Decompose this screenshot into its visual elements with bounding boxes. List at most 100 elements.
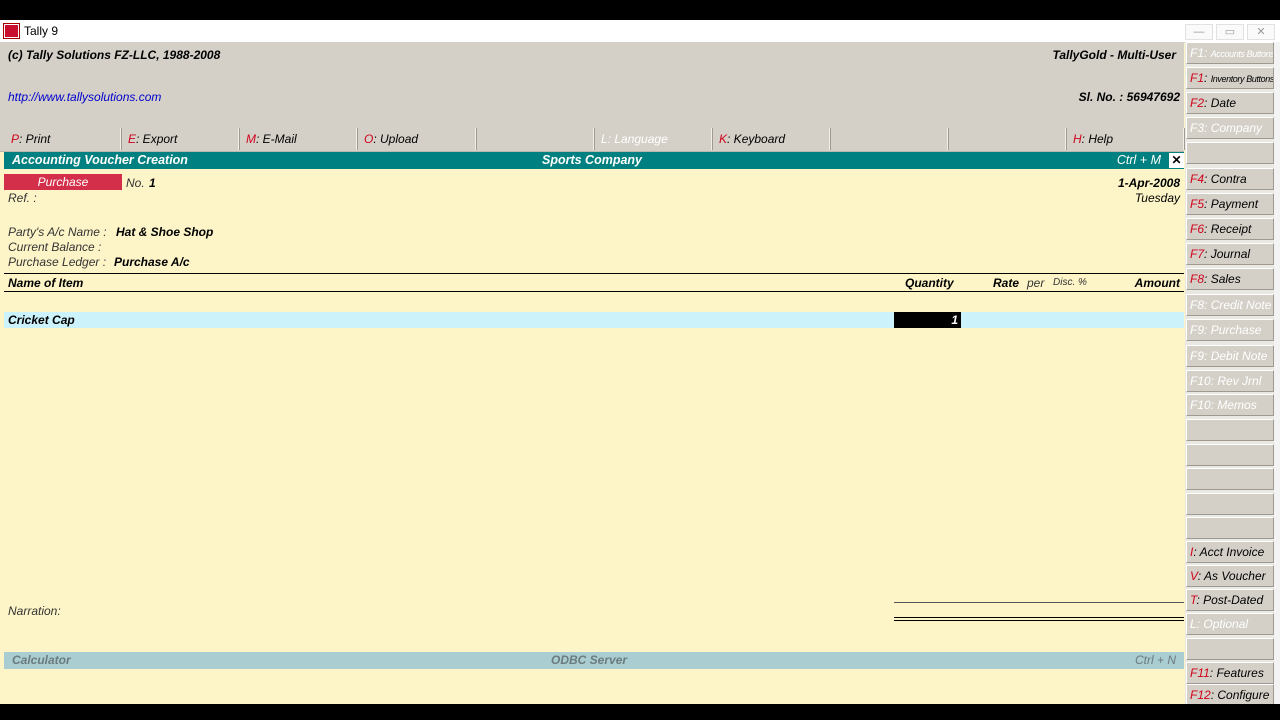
sidebar-label: Features — [1216, 666, 1264, 680]
item-name-cell[interactable]: Cricket Cap — [8, 313, 75, 327]
sidebar-contra-button[interactable]: F4: Contra — [1186, 168, 1274, 190]
menu-empty-slot — [830, 128, 948, 150]
sidebar-hotkey: F10 — [1190, 374, 1211, 388]
party-name-label: Party's A/c Name : — [8, 225, 107, 239]
sidebar-label: Purchase — [1210, 323, 1262, 337]
calculator-pane[interactable] — [4, 669, 1184, 704]
sidebar-separator: : — [1204, 323, 1211, 337]
sidebar-hotkey: F2 — [1190, 96, 1205, 110]
sidebar-hotkey: F12 — [1190, 688, 1211, 702]
sidebar-separator: : — [1204, 222, 1211, 236]
sidebar-date-button[interactable]: F2: Date — [1186, 92, 1274, 114]
sidebar-separator: : — [1204, 172, 1211, 186]
sidebar-hotkey: F8 — [1190, 272, 1205, 286]
sidebar-features-button[interactable]: F11: Features — [1186, 662, 1274, 684]
sidebar-empty-slot — [1186, 142, 1274, 164]
voucher-date[interactable]: 1-Apr-2008 — [1118, 176, 1180, 190]
sidebar-label: Company — [1210, 121, 1263, 135]
reference-label: Ref. : — [8, 191, 37, 205]
screen-title: Accounting Voucher Creation — [12, 153, 188, 167]
sidebar-optional-button: L: Optional — [1186, 613, 1274, 635]
sidebar-empty-slot — [1186, 493, 1274, 515]
calculator-bar[interactable]: Calculator ODBC Server Ctrl + N — [4, 652, 1184, 669]
sidebar-company-button: F3: Company — [1186, 117, 1274, 139]
sidebar-label: Date — [1210, 96, 1237, 110]
menu-upload-button[interactable]: O: Upload — [357, 128, 476, 150]
tally-window: Tally 9 — ▭ ✕ (c) Tally Solutions FZ-LLC… — [0, 20, 1280, 704]
menu-language-button: L: Language — [594, 128, 712, 150]
company-name: Sports Company — [542, 153, 643, 167]
menu-label: : Print — [19, 132, 51, 146]
sidebar-payment-button[interactable]: F5: Payment — [1186, 193, 1274, 215]
sidebar-label: Rev Jrnl — [1217, 374, 1262, 388]
sidebar-receipt-button[interactable]: F6: Receipt — [1186, 218, 1274, 240]
sidebar-empty-slot — [1186, 517, 1274, 539]
sidebar-configure-button[interactable]: F12: Configure — [1186, 684, 1274, 704]
voucher-type-badge[interactable]: Purchase — [4, 174, 122, 190]
sidebar-purchase-button: F9: Purchase — [1186, 319, 1274, 341]
sidebar-hotkey: L — [1190, 617, 1197, 631]
sidebar-debitnote-button: F9: Debit Note — [1186, 345, 1274, 367]
table-row[interactable]: Cricket Cap — [4, 312, 1184, 328]
col-per: per — [1027, 276, 1045, 290]
menu-label: : Language — [607, 132, 668, 146]
maximize-button[interactable]: ▭ — [1216, 24, 1244, 40]
sidebar-label: Contra — [1210, 172, 1247, 186]
sidebar-hotkey: F1 — [1190, 46, 1205, 60]
menu-empty-slot — [476, 128, 594, 150]
sidebar-postdated-button[interactable]: T: Post-Dated — [1186, 589, 1274, 611]
menu-label: : Export — [136, 132, 178, 146]
sidebar-separator: : — [1204, 272, 1211, 286]
table-header-top-rule — [4, 273, 1184, 274]
sidebar-journal-button[interactable]: F7: Journal — [1186, 243, 1274, 265]
right-button-bar: F1: Accounts Buttons F1: Inventory Button… — [1185, 42, 1280, 704]
sidebar-sales-button[interactable]: F8: Sales — [1186, 268, 1274, 290]
sidebar-label: Debit Note — [1210, 349, 1268, 363]
sidebar-label: Receipt — [1210, 222, 1252, 236]
party-name-field[interactable]: Hat & Shoe Shop — [116, 225, 213, 239]
menu-hotkey: E — [128, 132, 137, 146]
menu-keyboard-button[interactable]: K: Keyboard — [712, 128, 830, 150]
narration-label: Narration: — [8, 604, 61, 618]
sidebar-separator: : — [1204, 197, 1211, 211]
sidebar-hotkey: F7 — [1190, 247, 1205, 261]
menu-email-button[interactable]: M: E-Mail — [239, 128, 357, 150]
menu-print-button[interactable]: P: Print — [4, 128, 121, 150]
total-rule — [894, 602, 1184, 603]
website-link[interactable]: http://www.tallysolutions.com — [8, 90, 161, 104]
sidebar-separator: : — [1204, 96, 1211, 110]
sidebar-label: Memos — [1217, 398, 1257, 412]
current-balance-label: Current Balance : — [8, 240, 102, 254]
menu-hotkey: M — [246, 132, 256, 146]
col-rate: Rate — [993, 276, 1020, 290]
sidebar-separator: : — [1204, 298, 1211, 312]
sidebar-label: Acct Invoice — [1199, 545, 1265, 559]
menu-label: : E-Mail — [256, 132, 297, 146]
sidebar-hotkey: F8 — [1190, 298, 1205, 312]
sidebar-hotkey: F9 — [1190, 349, 1205, 363]
sidebar-asvoucher-button[interactable]: V: As Voucher — [1186, 565, 1274, 587]
sidebar-hotkey: F10 — [1190, 398, 1211, 412]
close-voucher-button[interactable]: ✕ — [1169, 153, 1184, 168]
quantity-input[interactable]: 1 — [894, 312, 961, 328]
sidebar-acctinvoice-button[interactable]: I: Acct Invoice — [1186, 541, 1274, 563]
close-window-button[interactable]: ✕ — [1247, 24, 1275, 40]
sidebar-label: As Voucher — [1204, 569, 1266, 583]
minimize-button[interactable]: — — [1185, 24, 1213, 40]
sidebar-separator: : — [1204, 46, 1211, 60]
sidebar-label: Optional — [1203, 617, 1249, 631]
window-title: Tally 9 — [24, 24, 59, 38]
menu-hotkey: K — [719, 132, 728, 146]
sidebar-label: Inventory Buttons — [1210, 74, 1274, 84]
table-header-bottom-rule — [4, 291, 1184, 292]
purchase-ledger-field[interactable]: Purchase A/c — [114, 255, 190, 269]
sidebar-hotkey: F9 — [1190, 323, 1205, 337]
menu-help-button[interactable]: H: Help — [1066, 128, 1184, 150]
menu-export-button[interactable]: E: Export — [121, 128, 239, 150]
copyright-text: (c) Tally Solutions FZ-LLC, 1988-2008 — [8, 48, 221, 62]
sidebar-inventorybuttons-button[interactable]: F1: Inventory Buttons — [1186, 67, 1274, 89]
sidebar-hotkey: F3 — [1190, 121, 1205, 135]
sidebar-hotkey: F11 — [1190, 666, 1210, 680]
col-amount: Amount — [1134, 276, 1180, 290]
sidebar-label: Configure — [1217, 688, 1270, 702]
